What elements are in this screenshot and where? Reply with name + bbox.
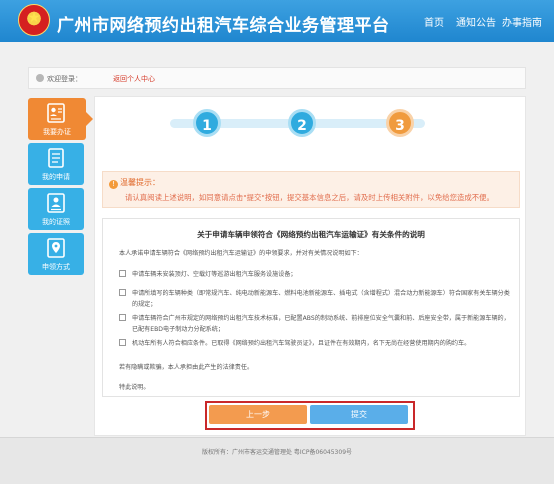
step-3-current: 3 bbox=[386, 109, 414, 137]
back-to-center-link[interactable]: 返回个人中心 bbox=[113, 74, 155, 84]
step-1: 1 bbox=[193, 109, 221, 137]
nav-home-link[interactable]: 首页 bbox=[424, 14, 444, 29]
item-checkbox[interactable] bbox=[119, 289, 126, 296]
sidebar-item-my-applications[interactable]: 我的申请 bbox=[28, 143, 84, 185]
id-card-icon bbox=[47, 193, 65, 213]
nav-notices-link[interactable]: 通知公告 bbox=[456, 14, 496, 29]
declaration-item: 申请所填写的车辆种类（即常规汽车、纯电动新能源车、燃料电池新能源车、插电式（含增… bbox=[119, 288, 513, 310]
previous-step-button[interactable]: 上一步 bbox=[209, 405, 307, 424]
warning-icon: ! bbox=[109, 180, 118, 189]
declaration-item-text: 机动车所有人符合相应条件。已取得《网络预约出租汽车驾驶员证》，且证件在有效期内，… bbox=[132, 340, 471, 347]
submit-button[interactable]: 提交 bbox=[310, 405, 408, 424]
nav-guide-link[interactable]: 办事指南 bbox=[502, 14, 542, 29]
declaration-document: 关于申请车辆申领符合《网络预约出租汽车运输证》有关条件的说明 本人承诺申请车辆符… bbox=[102, 218, 520, 397]
sidebar-item-label: 我的申请 bbox=[42, 173, 70, 181]
declaration-item: 申请车辆符合广州市规定的网络预约出租汽车技术标准，已配置ABS的制动系统、前排座… bbox=[119, 313, 513, 335]
declaration-intro: 本人承诺申请车辆符合《网络预约出租汽车运输证》的申领要求，并对有关情况说明如下： bbox=[119, 250, 363, 257]
location-pin-icon bbox=[47, 238, 65, 258]
sidebar-item-label: 我要办证 bbox=[43, 128, 71, 136]
declaration-item-text: 申请所填写的车辆种类（即常规汽车、纯电动新能源车、燃料电池新能源车、插电式（含增… bbox=[132, 290, 510, 308]
warning-title-text: 温馨提示： bbox=[120, 178, 160, 187]
declaration-item: 机动车所有人符合相应条件。已取得《网络预约出租汽车驾驶员证》，且证件在有效期内，… bbox=[119, 338, 513, 349]
site-header: 广州市网络预约出租汽车综合业务管理平台 首页 通知公告 办事指南 bbox=[0, 0, 554, 42]
declaration-item-text: 申请车辆未安装顶灯、空载灯等巡游出租汽车服务设施设备； bbox=[132, 271, 297, 278]
warning-title: ! 温馨提示： bbox=[109, 177, 160, 189]
item-checkbox[interactable] bbox=[119, 339, 126, 346]
declaration-item: 申请车辆未安装顶灯、空载灯等巡游出租汽车服务设施设备； bbox=[119, 269, 513, 280]
declaration-closing: 特此说明。 bbox=[119, 384, 150, 391]
sidebar-item-label: 申领方式 bbox=[42, 263, 70, 271]
user-card-icon bbox=[47, 103, 65, 123]
footer-copyright: 版权所有：广州市客运交通管理处 粤ICP备06045309号 bbox=[201, 449, 353, 456]
welcome-label: 欢迎登录： bbox=[47, 75, 82, 83]
declaration-title: 关于申请车辆申领符合《网络预约出租汽车运输证》有关条件的说明 bbox=[197, 230, 425, 239]
step-2: 2 bbox=[288, 109, 316, 137]
breadcrumb: 欢迎登录： 返回个人中心 bbox=[28, 67, 526, 89]
emblem-logo bbox=[18, 4, 50, 36]
declaration-liability: 若有隐瞒或欺骗，本人承担由此产生的法律责任。 bbox=[119, 364, 254, 371]
warning-text: 请认真阅读上述说明，如同意请点击"提交"按钮，提交基本信息之后，请及时上传相关附… bbox=[125, 193, 494, 202]
site-title: 广州市网络预约出租汽车综合业务管理平台 bbox=[57, 16, 390, 36]
user-dot-icon bbox=[36, 74, 44, 82]
sidebar-item-collection-method[interactable]: 申领方式 bbox=[28, 233, 84, 275]
sidebar-item-my-licenses[interactable]: 我的证照 bbox=[28, 188, 84, 230]
footer: 版权所有：广州市客运交通管理处 粤ICP备06045309号 bbox=[0, 437, 554, 484]
sidebar-item-apply[interactable]: 我要办证 bbox=[28, 98, 93, 140]
item-checkbox[interactable] bbox=[119, 270, 126, 277]
document-icon bbox=[48, 148, 64, 168]
item-checkbox[interactable] bbox=[119, 314, 126, 321]
sidebar-item-label: 我的证照 bbox=[42, 218, 70, 226]
warning-box: ! 温馨提示： 请认真阅读上述说明，如同意请点击"提交"按钮，提交基本信息之后，请… bbox=[102, 171, 520, 208]
declaration-item-text: 申请车辆符合广州市规定的网络预约出租汽车技术标准，已配置ABS的制动系统、前排座… bbox=[132, 315, 510, 333]
